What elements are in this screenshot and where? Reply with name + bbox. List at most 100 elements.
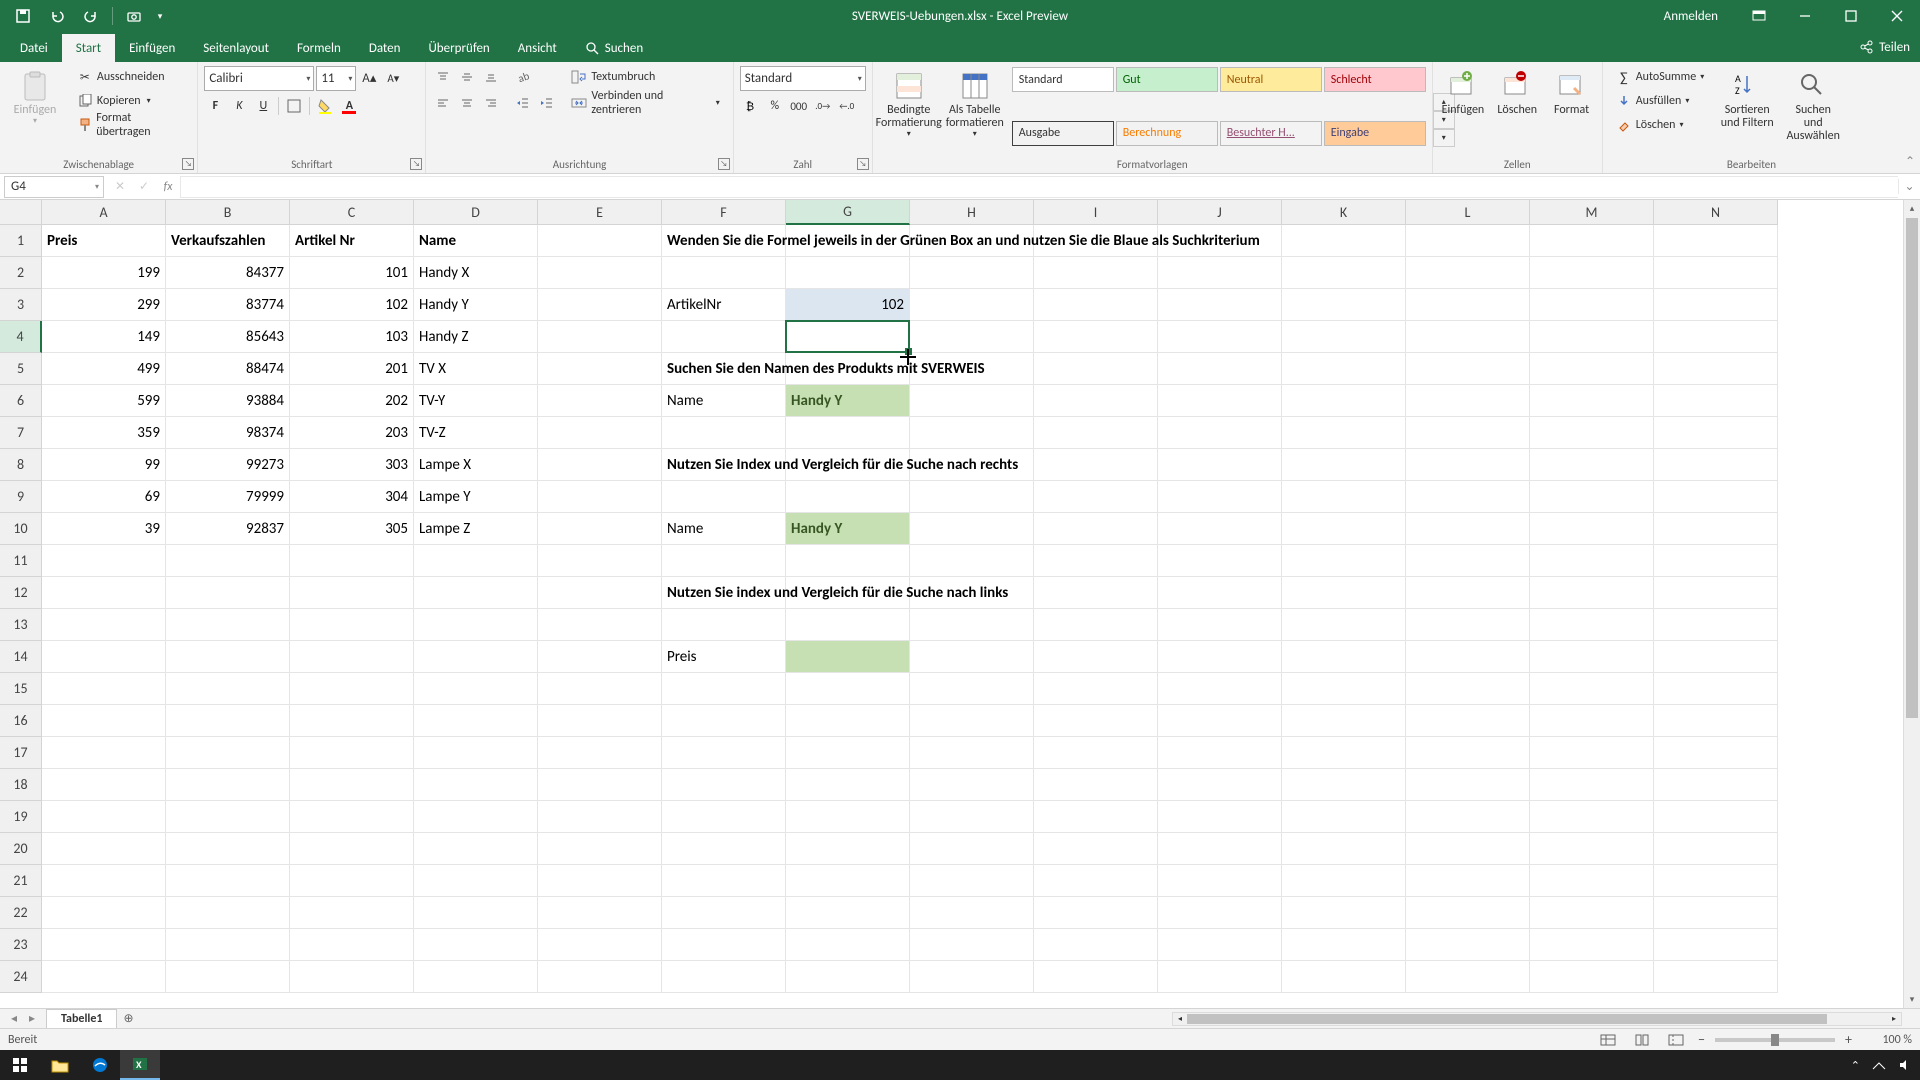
cell[interactable] (414, 961, 538, 993)
cell[interactable] (1158, 577, 1282, 609)
cell-styles-gallery[interactable]: Standard Gut Neutral Schlecht Ausgabe Be… (1011, 66, 1427, 173)
merge-center-button[interactable]: Verbinden und zentrieren▾ (564, 92, 726, 114)
cell[interactable] (42, 833, 166, 865)
collapse-ribbon-icon[interactable]: ⌃ (1900, 62, 1920, 173)
cell[interactable] (1282, 961, 1406, 993)
column-header[interactable]: E (538, 200, 662, 225)
cell[interactable] (538, 897, 662, 929)
cell[interactable] (910, 673, 1034, 705)
cell[interactable] (538, 961, 662, 993)
cell[interactable] (166, 833, 290, 865)
cell[interactable] (1282, 225, 1406, 257)
cell[interactable] (290, 769, 414, 801)
cell[interactable] (1530, 961, 1654, 993)
cell[interactable] (1034, 417, 1158, 449)
cell[interactable]: Wenden Sie die Formel jeweils in der Grü… (662, 225, 786, 257)
tab-ansicht[interactable]: Ansicht (504, 34, 571, 62)
cell[interactable] (1282, 577, 1406, 609)
cell[interactable] (1406, 417, 1530, 449)
cell[interactable] (1282, 673, 1406, 705)
cell[interactable] (1158, 289, 1282, 321)
cell[interactable] (1282, 897, 1406, 929)
cell[interactable] (1034, 673, 1158, 705)
cell[interactable] (1158, 641, 1282, 673)
cell[interactable] (1282, 801, 1406, 833)
increase-decimal-icon[interactable]: .0→ (812, 95, 834, 117)
cell[interactable] (1158, 705, 1282, 737)
cell[interactable]: Suchen Sie den Namen des Produkts mit SV… (662, 353, 786, 385)
cell[interactable] (414, 769, 538, 801)
increase-font-icon[interactable]: A▴ (358, 68, 380, 90)
cell[interactable] (1530, 353, 1654, 385)
cell[interactable] (538, 353, 662, 385)
cell[interactable]: TV-Z (414, 417, 538, 449)
cell[interactable] (1034, 897, 1158, 929)
cell[interactable] (1530, 609, 1654, 641)
cell[interactable] (1530, 737, 1654, 769)
cell[interactable] (1034, 513, 1158, 545)
cell[interactable]: 201 (290, 353, 414, 385)
cell[interactable]: 93884 (166, 385, 290, 417)
cell[interactable] (1654, 257, 1778, 289)
cell[interactable] (786, 609, 910, 641)
underline-button[interactable]: U (252, 95, 274, 117)
cell[interactable] (910, 641, 1034, 673)
cell[interactable] (910, 257, 1034, 289)
cell[interactable] (1034, 353, 1158, 385)
tray-network-icon[interactable] (1872, 1058, 1886, 1072)
cell[interactable] (662, 673, 786, 705)
cell[interactable] (1282, 865, 1406, 897)
cell[interactable] (290, 545, 414, 577)
row-header[interactable]: 17 (0, 737, 42, 769)
cell[interactable] (1530, 289, 1654, 321)
cell[interactable] (1282, 289, 1406, 321)
cell[interactable]: Preis (662, 641, 786, 673)
cell[interactable] (538, 257, 662, 289)
cell[interactable] (1158, 929, 1282, 961)
cell[interactable] (538, 385, 662, 417)
cell[interactable] (786, 961, 910, 993)
row-header[interactable]: 12 (0, 577, 42, 609)
cell[interactable]: Preis (42, 225, 166, 257)
cell[interactable] (42, 961, 166, 993)
cell[interactable] (166, 897, 290, 929)
cell[interactable] (166, 865, 290, 897)
cell[interactable] (1530, 705, 1654, 737)
expand-formula-bar-icon[interactable]: ⌄ (1898, 179, 1920, 194)
cell[interactable] (1158, 801, 1282, 833)
font-color-button[interactable]: A (338, 95, 360, 117)
column-header[interactable]: L (1406, 200, 1530, 225)
style-standard[interactable]: Standard (1012, 67, 1114, 92)
cell[interactable] (414, 737, 538, 769)
column-header[interactable]: M (1530, 200, 1654, 225)
cell[interactable] (166, 673, 290, 705)
cell[interactable] (1530, 897, 1654, 929)
cell[interactable] (1406, 929, 1530, 961)
cell[interactable] (1158, 673, 1282, 705)
cell[interactable] (538, 417, 662, 449)
cell[interactable]: 98374 (166, 417, 290, 449)
cell[interactable] (1282, 353, 1406, 385)
cell[interactable] (1282, 257, 1406, 289)
cell[interactable] (414, 865, 538, 897)
cell[interactable]: Name (662, 385, 786, 417)
align-center-icon[interactable] (456, 92, 478, 114)
cell[interactable]: 149 (42, 321, 166, 353)
cell[interactable] (290, 577, 414, 609)
cell[interactable] (1530, 257, 1654, 289)
cell[interactable] (42, 609, 166, 641)
cell[interactable] (1034, 769, 1158, 801)
hscroll-thumb[interactable] (1187, 1014, 1827, 1024)
cell[interactable] (1654, 673, 1778, 705)
cell[interactable] (414, 641, 538, 673)
cell[interactable]: 303 (290, 449, 414, 481)
cell[interactable] (1158, 961, 1282, 993)
row-header[interactable]: 1 (0, 225, 42, 257)
cell[interactable] (166, 769, 290, 801)
cell[interactable] (1406, 545, 1530, 577)
cancel-formula-icon[interactable]: ✕ (108, 179, 132, 194)
hscroll-right-icon[interactable]: ▸ (1887, 1013, 1901, 1025)
cell[interactable] (42, 641, 166, 673)
cell[interactable] (166, 609, 290, 641)
align-top-icon[interactable] (432, 66, 454, 88)
